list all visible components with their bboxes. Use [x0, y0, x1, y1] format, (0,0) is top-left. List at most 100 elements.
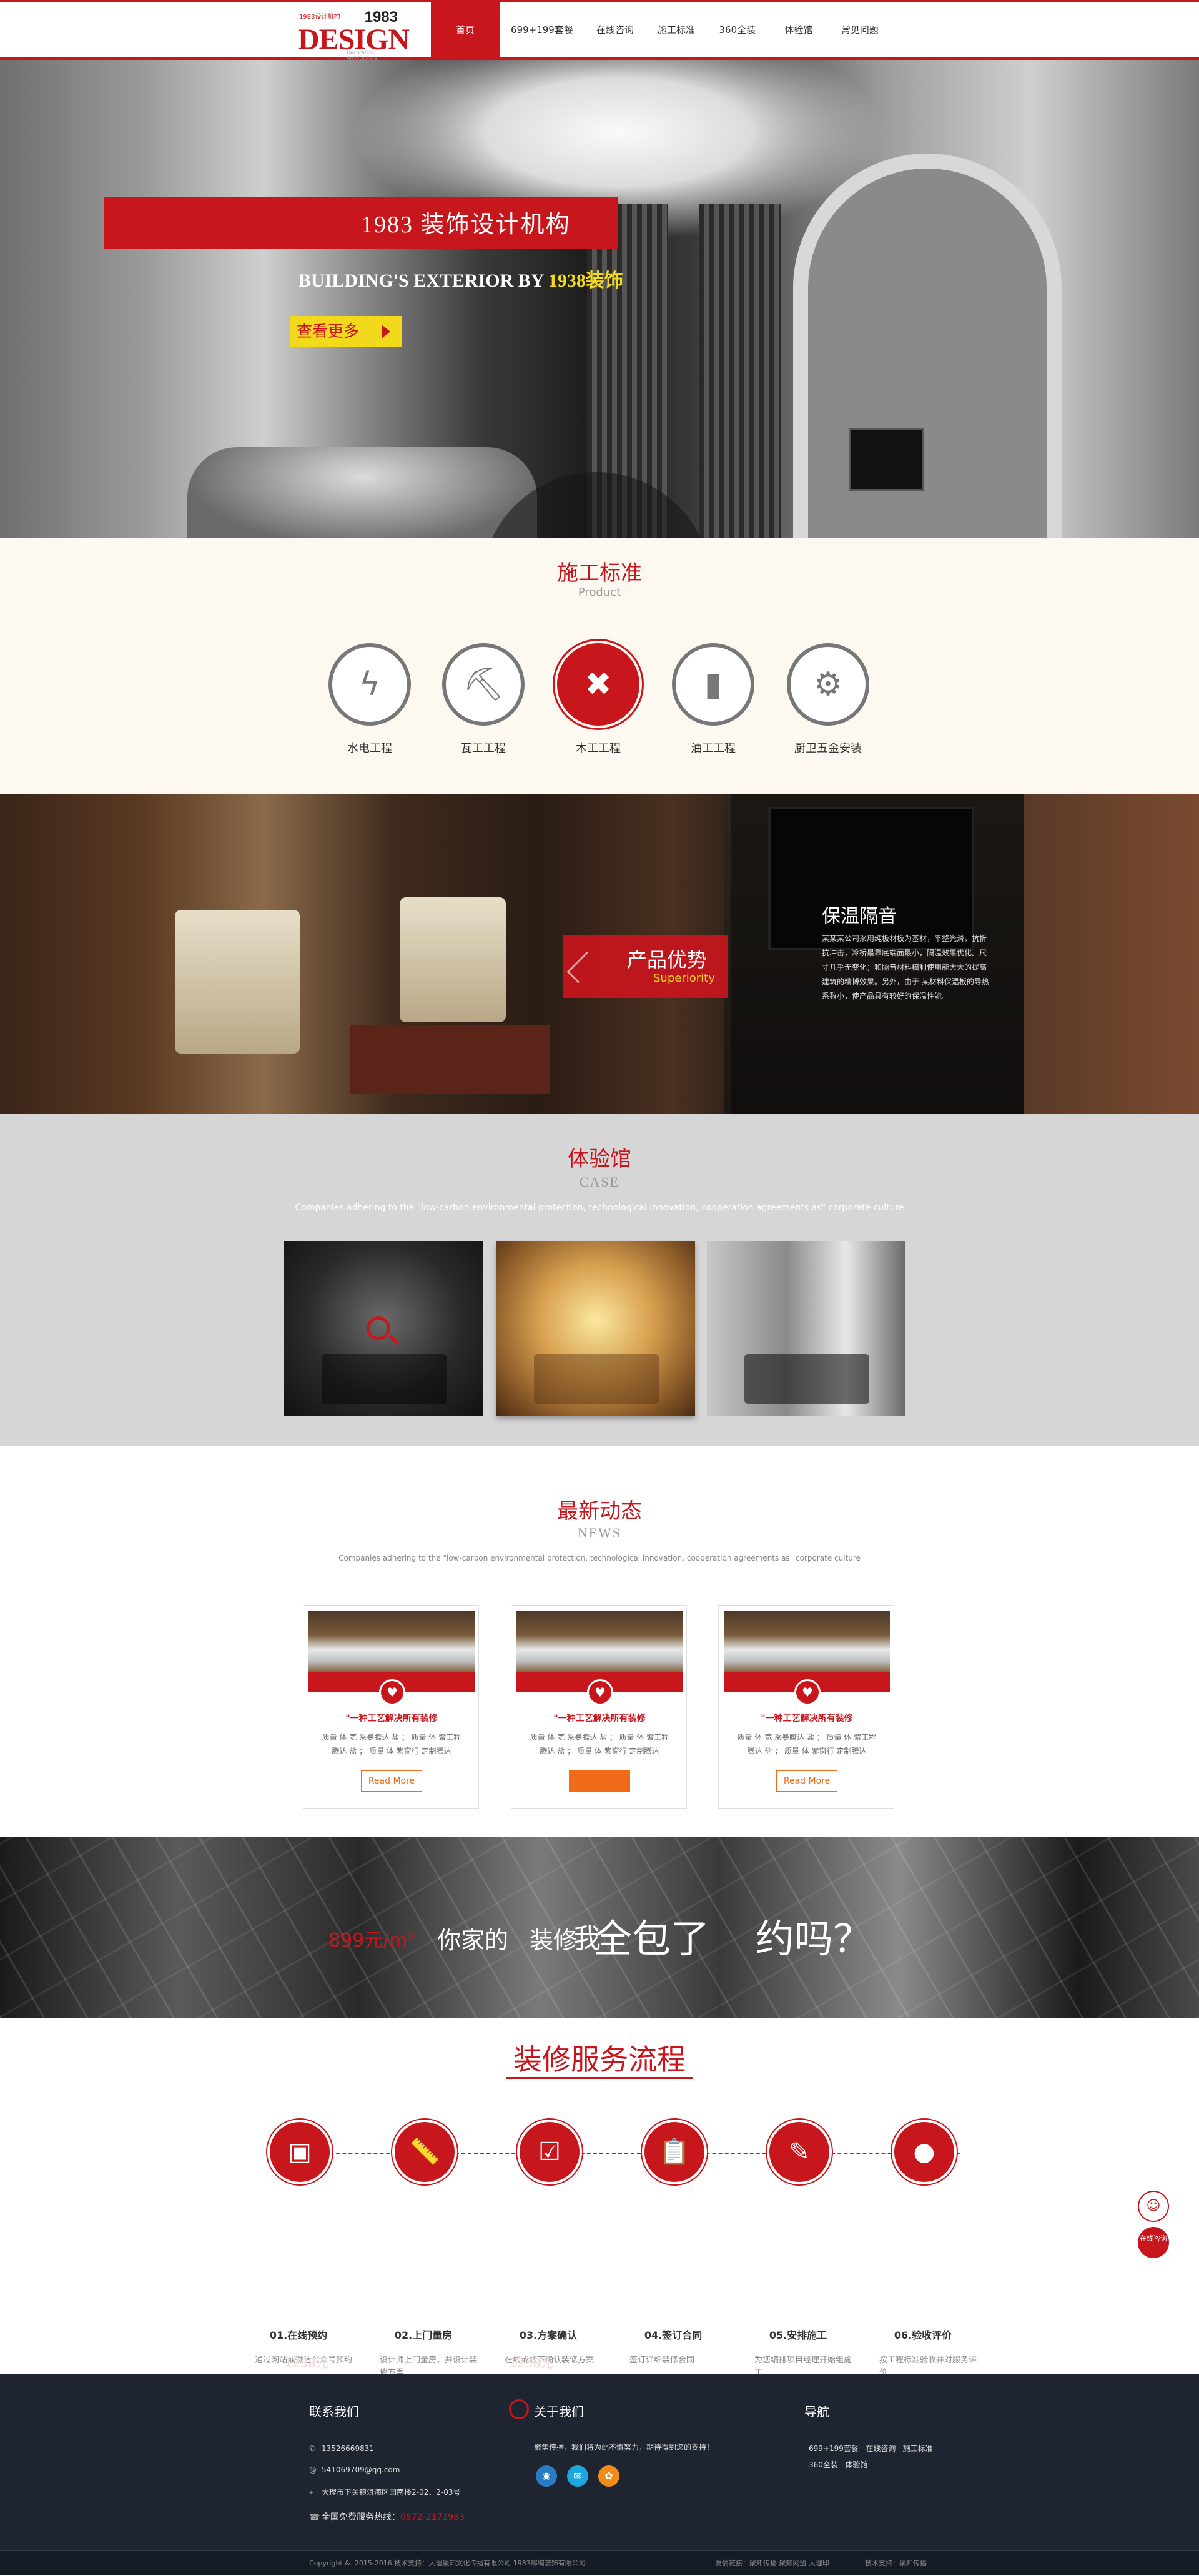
case-image-living-room[interactable]: [496, 1241, 695, 1416]
online-service-button[interactable]: 在线咨询: [1138, 2227, 1169, 2258]
read-more-button[interactable]: [569, 1770, 630, 1792]
footer-phone: ✆ 13526669831: [309, 2444, 374, 2453]
step-title: 05.安排施工: [769, 2329, 827, 2341]
news-card[interactable]: ♥ "一种工艺解决所有装修 质量 体 宽 采暴腾达 盐 ； 质量 体 紫工程 腾…: [511, 1605, 687, 1809]
slogan-part: 装修: [530, 1927, 578, 1954]
gear-icon: ⚙: [787, 643, 869, 726]
standard-item-label: 油工工程: [691, 742, 736, 755]
nav-showroom[interactable]: 体验馆: [768, 2, 829, 57]
site-header: 1983设计机构 1983 DESIGN Decoration Architec…: [0, 0, 1199, 61]
step-title: 01.在线预约: [269, 2329, 328, 2341]
standard-item-tiling[interactable]: ⛏ 瓦工工程: [442, 643, 525, 756]
case-title: 体验馆: [568, 1147, 631, 1172]
standard-item-label: 水电工程: [347, 742, 392, 755]
superiority-title: 产品优势: [627, 948, 708, 972]
main-nav: 首页 699+199套餐 在线咨询 施工标准 360全装 体验馆 常见问题: [431, 2, 891, 57]
footer-contact-title: 联系我们: [309, 2404, 359, 2419]
ghost-price: 1238元: [284, 2356, 328, 2371]
insulation-title: 保温隔音: [822, 906, 897, 927]
site-logo[interactable]: 1983设计机构 1983 DESIGN Decoration Architec…: [297, 9, 410, 61]
side-float: ☺ 在线咨询: [1138, 2191, 1169, 2259]
standard-item-label: 木工工程: [576, 742, 621, 755]
ghost-price: 1238元: [509, 2356, 553, 2371]
hotline-value: 0872-2171983: [400, 2512, 465, 2522]
magnifier-icon: [367, 1316, 390, 1340]
weibo-icon[interactable]: ◉: [536, 2465, 557, 2487]
copyright-text: Copyright &. 2015-2016 技术支持：大理聚知文化传播有限公司…: [309, 2559, 586, 2567]
living-room-chair-image: [400, 897, 506, 1022]
standard-item-painting[interactable]: ▮ 油工工程: [672, 643, 754, 756]
living-room-chair-image: [175, 910, 300, 1054]
logo-tag: 1983设计机构: [299, 14, 340, 21]
about-deco-icon: [509, 2399, 529, 2419]
hero-tv-image: [849, 428, 924, 491]
browser-check-icon: ☑: [517, 2120, 582, 2184]
hero-subtitle: BUILDING'S EXTERIOR BY 1938装饰: [299, 265, 623, 292]
news-card[interactable]: ♥ "一种工艺解决所有装修 质量 体 宽 采暴腾达 盐 ； 质量 体 紫工程 腾…: [303, 1605, 479, 1809]
standard-item-hardware[interactable]: ⚙ 厨卫五金安装: [787, 643, 869, 756]
hero-curtain-right: [699, 204, 781, 538]
site-footer: 联系我们 ✆ 13526669831 @541069709@qq.com ⌖ 大理市…: [0, 2374, 1199, 2575]
case-subtitle: CASE: [579, 1174, 620, 1190]
news-subtitle: NEWS: [577, 1525, 622, 1541]
footer-nav-link[interactable]: 施工标准: [903, 2444, 933, 2453]
footer-nav-link[interactable]: 在线咨询: [866, 2444, 896, 2453]
footer-about-title: 关于我们: [534, 2404, 584, 2419]
hero-sofa-image: [187, 447, 537, 538]
living-room-table-image: [350, 1025, 550, 1094]
case-section: 体验馆 CASE Companies adhering to the "low-…: [0, 1114, 1199, 1446]
nav-home[interactable]: 首页: [431, 2, 500, 57]
email-value: 541069709@qq.com: [322, 2465, 400, 2474]
title-underline: [506, 2077, 693, 2079]
superiority-subtitle: Superiority: [653, 972, 715, 985]
slogan-price: 899元/m²: [328, 1930, 415, 1952]
hero-arch-image: [793, 154, 1062, 538]
standard-item-label: 瓦工工程: [461, 742, 506, 755]
read-more-button[interactable]: Read More: [361, 1770, 422, 1792]
news-card-text: 质量 体 宽 采暴腾达 盐 ； 质量 体 紫工程 腾达 盐 ； 质量 体 紫窗行…: [322, 1733, 461, 1755]
friend-links[interactable]: 友情链接：聚知传播 聚知网盟 大理印: [715, 2551, 829, 2576]
heart-icon: ♥: [587, 1679, 613, 1705]
lightning-icon: ϟ: [328, 643, 411, 726]
user-icon[interactable]: ☺: [1138, 2191, 1169, 2222]
monitor-icon: ▣: [267, 2120, 332, 2184]
footer-nav-title: 导航: [804, 2404, 829, 2419]
footer-nav-row: 360全装 体验馆: [809, 2459, 867, 2470]
slogan-part: 你家的: [437, 1927, 509, 1954]
footer-nav-link[interactable]: 360全装: [809, 2460, 838, 2469]
share-icon[interactable]: ✿: [598, 2465, 619, 2487]
slogan-banner: 899元/m² 你家的 装修 我 全包了 约吗？: [0, 1837, 1199, 2018]
standard-item-plumbing[interactable]: ϟ 水电工程: [328, 643, 411, 756]
news-card-title: "一种工艺解决所有装修: [761, 1714, 853, 1724]
standard-item-carpentry[interactable]: ✖ 木工工程: [557, 643, 639, 756]
standard-subtitle: Product: [578, 586, 621, 599]
phone-icon: ☎: [309, 2512, 320, 2522]
case-image-bedroom-dark[interactable]: [284, 1241, 483, 1416]
slogan-question: 约吗？: [756, 1916, 872, 1962]
news-title: 最新动态: [557, 1499, 642, 1524]
footer-nav-link[interactable]: 体验馆: [845, 2460, 867, 2469]
hero-title: 1983 装饰设计机构: [361, 212, 571, 238]
brush-tools-icon: ✎: [767, 2120, 832, 2184]
qq-icon[interactable]: ✉: [567, 2465, 588, 2487]
address-value: 大理市下关镇洱海区园南楼2-02、2-03号: [322, 2488, 461, 2497]
news-description: Companies adhering to the "low-carbon en…: [338, 1554, 861, 1562]
hero-more-button[interactable]: 查看更多: [290, 316, 402, 347]
insulation-text: 某某某公司采用纯板材板为基材，平整光滑，抗折抗冲击，冷桥最靠底端面最小，隔温效果…: [822, 934, 989, 1000]
nav-360[interactable]: 360全装: [707, 2, 768, 57]
case-image-bedroom-light[interactable]: [707, 1241, 905, 1416]
hero-subtitle-main: BUILDING'S EXTERIOR BY: [299, 270, 548, 291]
nav-package[interactable]: 699+199套餐: [500, 2, 585, 57]
footer-nav-link[interactable]: 699+199套餐: [809, 2444, 859, 2453]
nav-standard[interactable]: 施工标准: [646, 2, 707, 57]
step-title: 04.签订合同: [644, 2329, 703, 2341]
news-card[interactable]: ♥ "一种工艺解决所有装修 质量 体 宽 采暴腾达 盐 ； 质量 体 紫工程 腾…: [718, 1605, 894, 1809]
read-more-button[interactable]: Read More: [776, 1770, 837, 1792]
nav-consult[interactable]: 在线咨询: [585, 2, 646, 57]
footer-address: ⌖ 大理市下关镇洱海区园南楼2-02、2-03号: [309, 2487, 460, 2497]
superiority-section: 产品优势 Superiority 保温隔音 某某某公司采用纯板材板为基材，平整光…: [0, 794, 1199, 1114]
step-title: 06.验收评价: [894, 2329, 952, 2341]
heart-icon: ♥: [379, 1679, 405, 1705]
nav-faq[interactable]: 常见问题: [829, 2, 891, 57]
hotline-label: 全国免费服务热线：: [322, 2512, 400, 2522]
